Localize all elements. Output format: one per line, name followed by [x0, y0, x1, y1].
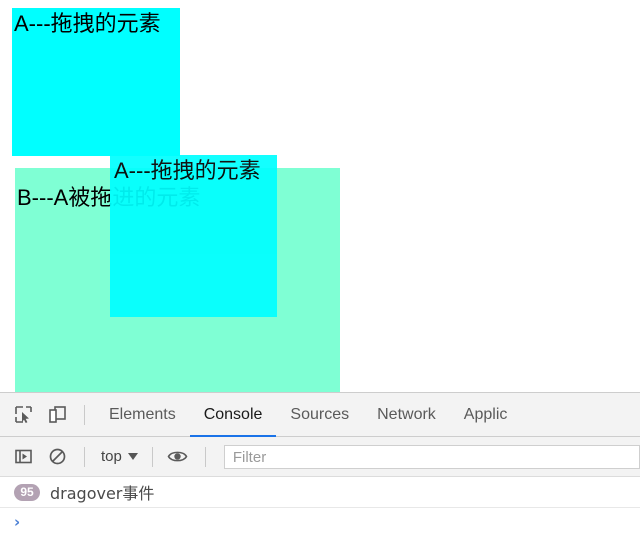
console-toolbar-divider-1 [84, 446, 85, 467]
console-input-prompt[interactable]: › [0, 508, 640, 536]
console-toolbar-divider-3 [204, 446, 206, 467]
live-expression-icon[interactable] [163, 442, 193, 472]
inspect-element-icon[interactable] [8, 400, 38, 430]
chevron-down-icon [127, 453, 138, 460]
device-toolbar-icon[interactable] [42, 400, 72, 430]
tab-console[interactable]: Console [189, 393, 277, 437]
console-message-text: dragover事件 [50, 484, 155, 503]
console-toolbar-divider-2 [151, 446, 153, 467]
tab-application[interactable]: Applic [450, 393, 522, 437]
draggable-element-a[interactable]: A---拖拽的元素 [12, 8, 180, 156]
console-message-row[interactable]: 95 dragover事件 [0, 477, 640, 508]
execution-context-label: top [101, 448, 122, 465]
drag-ghost-image: A---拖拽的元素 [110, 155, 277, 317]
draggable-element-a-label: A---拖拽的元素 [14, 11, 161, 36]
console-sidebar-icon[interactable] [8, 442, 38, 472]
drag-ghost-label: A---拖拽的元素 [114, 158, 261, 183]
tab-network[interactable]: Network [363, 393, 450, 437]
repeat-count-badge: 95 [14, 483, 40, 501]
tab-elements[interactable]: Elements [95, 393, 190, 437]
devtools-panel: Elements Console Sources Network Applic … [0, 392, 640, 557]
devtools-tabbar: Elements Console Sources Network Applic [0, 393, 640, 437]
console-output: 95 dragover事件 › [0, 477, 640, 536]
toolbar-divider [84, 404, 85, 425]
web-page-viewport: A---拖拽的元素 B---A被拖进的元素 A---拖拽的元素 [0, 0, 640, 392]
console-toolbar: top Filter [0, 437, 640, 477]
execution-context-selector[interactable]: top [95, 448, 144, 465]
filter-input[interactable]: Filter [223, 444, 640, 469]
clear-console-icon[interactable] [42, 442, 72, 472]
tab-sources[interactable]: Sources [276, 393, 363, 437]
prompt-chevron-icon: › [14, 513, 21, 531]
